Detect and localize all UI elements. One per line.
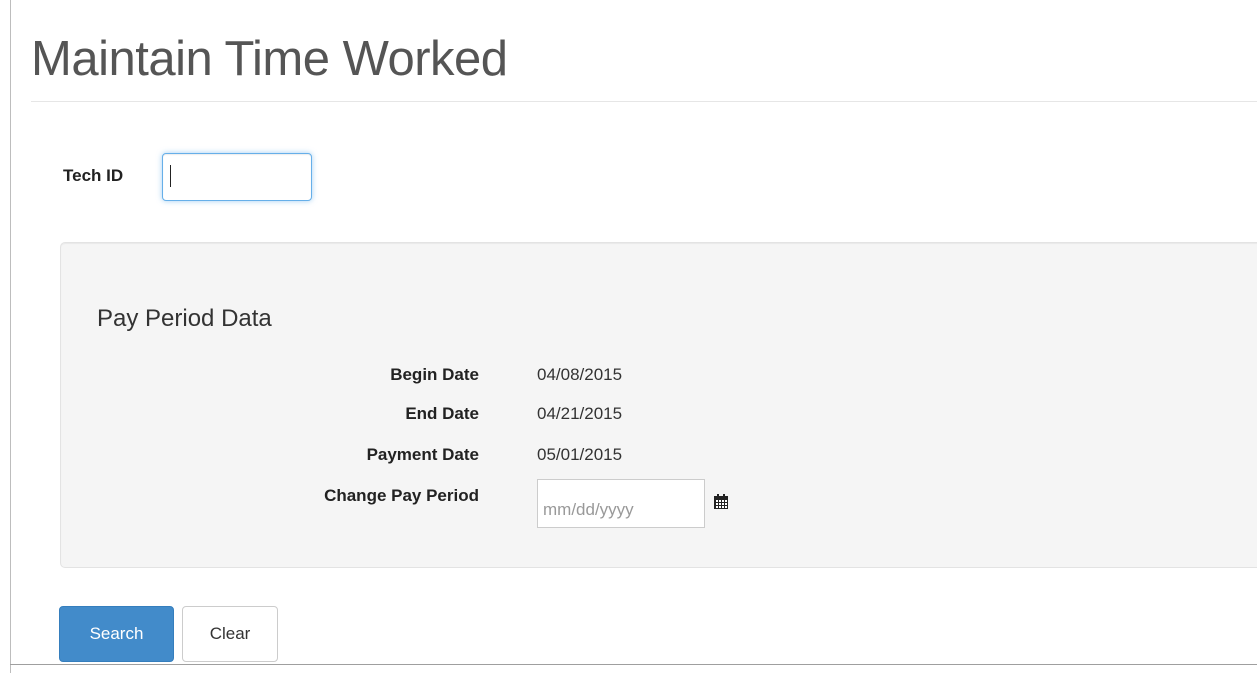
end-date-label: End Date — [405, 404, 479, 423]
window-left-edge — [10, 0, 11, 673]
search-button[interactable]: Search — [59, 606, 174, 662]
change-pay-period-input[interactable] — [537, 479, 705, 528]
window-bottom-edge — [10, 664, 1257, 665]
page: Maintain Time Worked Tech ID Pay Period … — [0, 0, 1257, 673]
tech-id-input[interactable] — [162, 153, 312, 201]
title-divider — [31, 101, 1257, 102]
end-date-value: 04/21/2015 — [537, 404, 623, 423]
payment-date-value: 05/01/2015 — [537, 445, 623, 464]
tech-id-label: Tech ID — [63, 166, 124, 185]
page-title: Maintain Time Worked — [31, 32, 508, 86]
calendar-icon-graphic — [714, 494, 728, 509]
pay-period-section-title: Pay Period Data — [97, 305, 272, 332]
change-pay-period-label: Change Pay Period — [324, 486, 479, 505]
begin-date-value: 04/08/2015 — [537, 365, 623, 384]
payment-date-label: Payment Date — [366, 445, 479, 464]
text-caret — [170, 165, 171, 187]
clear-button[interactable]: Clear — [182, 606, 278, 662]
calendar-icon[interactable] — [713, 494, 729, 510]
begin-date-label: Begin Date — [390, 365, 479, 384]
